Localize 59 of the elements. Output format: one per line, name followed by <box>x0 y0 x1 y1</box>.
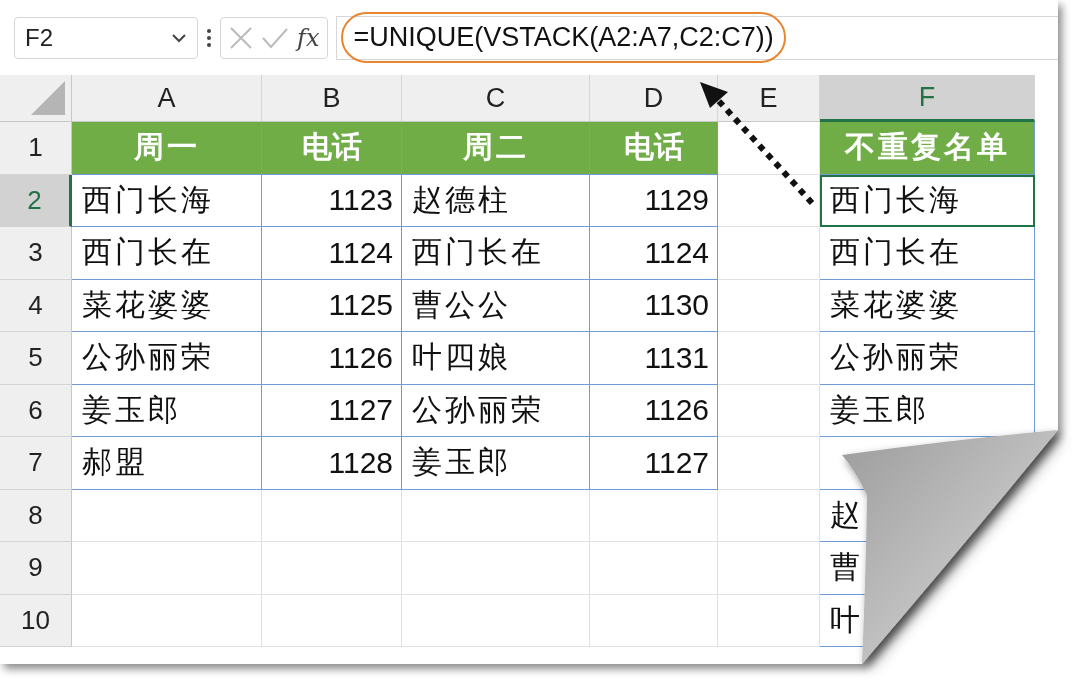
cancel-icon[interactable] <box>229 25 253 50</box>
table-cell: 西门长在 <box>820 227 1035 280</box>
insert-function-button[interactable]: fx <box>297 23 320 52</box>
column-header[interactable]: F <box>820 75 1035 122</box>
header-cell: 不重复名单 <box>820 122 1035 175</box>
table-cell: 公孙丽荣 <box>72 332 262 385</box>
check-icon[interactable] <box>261 26 289 49</box>
name-box[interactable]: F2 <box>14 16 198 59</box>
header-cell: 电话 <box>590 122 718 175</box>
table-cell: 1124 <box>262 227 402 280</box>
column-header[interactable]: A <box>72 75 262 122</box>
table-cell: 公孙丽荣 <box>402 384 590 437</box>
table-cell: 1129 <box>590 174 718 227</box>
table-cell: 1126 <box>262 332 402 385</box>
row-header[interactable]: 10 <box>0 594 72 647</box>
row-header[interactable]: 5 <box>0 332 72 385</box>
table-cell: 姜玉郎 <box>402 437 590 490</box>
header-cell: 电话 <box>262 122 402 175</box>
table-cell: 姜玉郎 <box>72 384 262 437</box>
select-all-icon[interactable] <box>31 81 65 115</box>
row-header[interactable]: 1 <box>0 122 72 175</box>
table-cell: 菜花婆婆 <box>820 279 1035 332</box>
column-header[interactable]: B <box>262 75 402 122</box>
table-cell: 叶四娘 <box>402 332 590 385</box>
table-cell: 西门长在 <box>402 227 590 280</box>
row-header[interactable]: 8 <box>0 489 72 542</box>
table-cell: 1131 <box>590 332 718 385</box>
table-cell: 1123 <box>262 174 402 227</box>
row-header[interactable]: 9 <box>0 542 72 595</box>
table-cell: 1124 <box>590 227 718 280</box>
table-cell: 曹公公 <box>402 279 590 332</box>
row-header[interactable]: 7 <box>0 437 72 490</box>
table-cell: 1125 <box>262 279 402 332</box>
column-header[interactable]: E <box>718 75 820 122</box>
table-cell: 西门长在 <box>72 227 262 280</box>
formula-bar[interactable]: =UNIQUE(VSTACK(A2:A7,C2:C7)) <box>336 15 1058 60</box>
table-cell: 1130 <box>590 279 718 332</box>
row-header[interactable]: 6 <box>0 384 72 437</box>
more-options-icon[interactable] <box>206 27 212 48</box>
row-header[interactable]: 3 <box>0 227 72 280</box>
formula-text: =UNIQUE(VSTACK(A2:A7,C2:C7)) <box>341 12 786 63</box>
row-header[interactable]: 2 <box>0 174 72 227</box>
table-cell: 姜玉郎 <box>820 384 1035 437</box>
table-cell: 1128 <box>262 437 402 490</box>
table-cell: 赵德柱 <box>402 174 590 227</box>
header-cell: 周一 <box>72 122 262 175</box>
table-cell: 西门长海 <box>72 174 262 227</box>
table-cell: 1126 <box>590 384 718 437</box>
table-cell: 1127 <box>262 384 402 437</box>
table-cell: 郝盟 <box>72 437 262 490</box>
header-cell: 周二 <box>402 122 590 175</box>
row-header[interactable]: 4 <box>0 279 72 332</box>
table-cell: 公孙丽荣 <box>820 332 1035 385</box>
column-header[interactable]: D <box>590 75 718 122</box>
table-cell: 1127 <box>590 437 718 490</box>
column-header[interactable]: C <box>402 75 590 122</box>
active-cell: 西门长海 <box>820 174 1035 227</box>
chevron-down-icon <box>171 32 187 43</box>
table-cell: 菜花婆婆 <box>72 279 262 332</box>
